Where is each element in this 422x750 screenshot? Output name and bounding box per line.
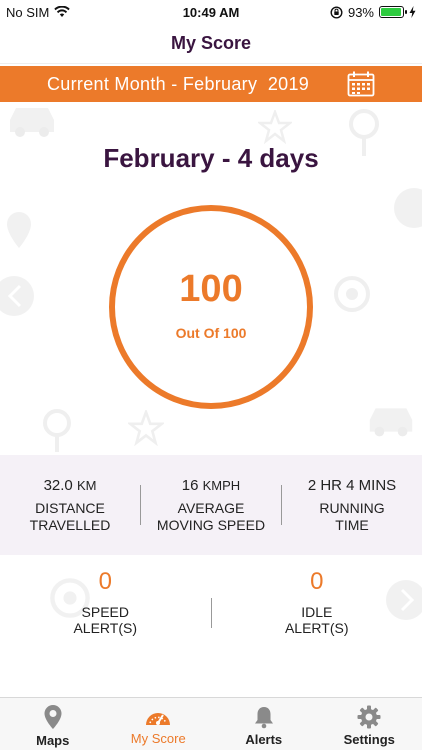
stat-distance: 32.0 KM DISTANCE TRAVELLED [0,455,140,555]
stat-running-time-number: 2 HR 4 MINS [307,476,397,494]
stat-speed-value: 16 KMPH [182,477,240,494]
tab-settings[interactable]: Settings [317,698,422,750]
stat-speed-unit: KMPH [202,477,241,493]
nav-header: My Score [0,24,422,64]
status-bar: No SIM 10:49 AM 93% [0,0,422,24]
idle-alerts[interactable]: 0 IDLE ALERT(S) [212,568,422,658]
idle-alert-label-line1: IDLE [301,604,333,620]
battery-percent: 93% [347,4,374,20]
tab-my-score[interactable]: My Score [106,698,212,750]
score-caption: Out Of 100 [175,324,247,341]
trip-stats-band: 32.0 KM DISTANCE TRAVELLED 16 KMPH AVERA… [0,455,422,555]
carrier-label: No SIM [6,4,50,20]
stat-distance-value: 32.0 KM [44,477,97,494]
car-watermark-icon-2 [369,408,413,437]
car-watermark-icon [10,108,54,137]
stat-speed: 16 KMPH AVERAGE MOVING SPEED [141,455,281,555]
tab-settings-label: Settings [343,732,395,747]
score-ring: 100 Out Of 100 [109,205,313,409]
score-value: 100 [179,267,243,310]
current-month-label: Current Month - February 2019 [47,73,310,94]
tab-alerts-label: Alerts [245,732,283,747]
bell-icon [254,707,273,729]
page-title: My Score [170,33,252,53]
battery-icon [379,6,407,18]
idle-alert-count: 0 [310,568,324,595]
tab-my-score-label: My Score [130,731,186,746]
stat-distance-label-line1: DISTANCE [35,499,105,516]
speed-alert-label-line1: SPEED [81,604,129,620]
speed-alerts[interactable]: 0 SPEED ALERT(S) [0,568,211,658]
location-watermark-icon [7,212,31,248]
status-left: No SIM [6,4,71,20]
tab-bar: Maps My Score Alerts Settings [0,697,422,750]
calendar-icon [347,71,375,97]
speedometer-icon [146,713,171,725]
stat-distance-unit: KM [76,477,97,493]
stat-running-time-value: 2 HR 4 MINS [308,477,396,494]
stat-speed-label-line2: MOVING SPEED [156,516,266,533]
left-arrow-watermark-icon [0,276,34,316]
charging-bolt-icon [409,6,416,18]
target-watermark-icon [334,276,370,312]
tab-alerts[interactable]: Alerts [211,698,317,750]
orientation-lock-icon [330,5,343,19]
stat-running-time-label-line2: TIME [335,516,369,533]
tab-maps[interactable]: Maps [0,698,106,750]
map-pin-icon [44,705,62,729]
pin-watermark-icon-2 [43,409,71,452]
stat-speed-label-line1: AVERAGE [177,499,245,516]
alerts-row: 0 SPEED ALERT(S) 0 IDLE ALERT(S) [0,568,422,658]
current-month-bar: Current Month - February 2019 [0,66,422,102]
wifi-icon [54,6,71,17]
tab-maps-label: Maps [36,733,70,748]
gear-icon [357,705,381,729]
calendar-button[interactable] [347,71,375,97]
speed-alert-count: 0 [98,568,112,595]
stat-running-time: 2 HR 4 MINS RUNNING TIME [282,455,422,555]
battery-fill [381,8,401,16]
arrow-watermark-icon [394,188,422,228]
status-right: 93% [330,5,416,20]
idle-alert-label-line2: ALERT(S) [284,620,349,636]
star-watermark-icon [258,110,292,144]
stat-speed-number: 16 [181,476,199,494]
period-title: February - 4 days [103,143,319,173]
stat-distance-label-line2: TRAVELLED [29,516,111,533]
stat-running-time-label-line1: RUNNING [319,499,385,516]
star-watermark-icon-2 [128,410,164,446]
speed-alert-label-line2: ALERT(S) [73,620,138,636]
stat-distance-number: 32.0 [43,476,73,494]
